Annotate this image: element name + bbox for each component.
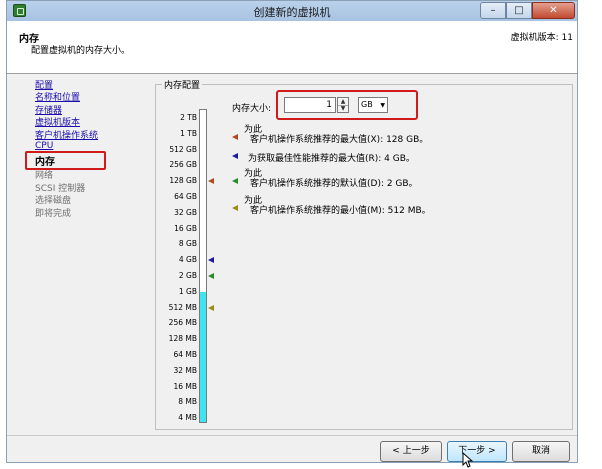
scale-tick-label: 128 MB — [168, 334, 197, 344]
footer-divider — [7, 435, 577, 436]
scale-tick-label: 16 MB — [173, 381, 197, 391]
cancel-button[interactable]: 取消 — [512, 441, 570, 462]
scale-tick-label: 512 GB — [169, 144, 197, 154]
scale-tick-label: 256 MB — [168, 318, 197, 328]
scale-tick-label: 4 MB — [178, 413, 197, 423]
nav-item-name-location[interactable]: 名称和位置 — [35, 90, 80, 103]
max-os-marker-icon — [232, 134, 238, 140]
scale-tick-label: 8 GB — [178, 239, 197, 249]
min-marker-icon — [232, 205, 238, 211]
page-header: 内存 配置虚拟机的内存大小。 虚拟机版本: 11 — [7, 21, 577, 74]
scale-tick-label: 256 GB — [169, 160, 197, 170]
minimize-button[interactable]: – — [480, 2, 506, 19]
default-marker-icon — [232, 178, 238, 184]
scale-tick-label: 4 GB — [178, 255, 197, 265]
nav-item-cpu[interactable]: CPU — [35, 141, 53, 151]
maximize-button[interactable]: □ — [506, 2, 532, 19]
memory-size-label: 内存大小: — [232, 104, 272, 114]
vm-version-label: 虚拟机版本: 11 — [510, 33, 573, 43]
scale-marker-icon — [208, 273, 214, 279]
legend-max-os: 客户机操作系统推荐的最大值(X): 128 GB。 — [250, 135, 429, 145]
legend-max-performance: 为获取最佳性能推荐的最大值(R): 4 GB。 — [248, 154, 415, 164]
scale-tick-label: 64 MB — [173, 350, 197, 359]
nav-item-ready: 即将完成 — [35, 209, 72, 219]
page-description: 配置虚拟机的内存大小。 — [31, 46, 131, 56]
legend-default: 客户机操作系统推荐的默认值(D): 2 GB。 — [250, 179, 418, 189]
next-button[interactable]: 下一步 > — [447, 441, 507, 462]
scale-tick-label: 2 GB — [178, 271, 197, 280]
scale-marker-icon — [208, 304, 214, 311]
scale-tick-label: 16 GB — [174, 223, 197, 233]
scale-tick-label: 32 MB — [173, 365, 197, 375]
nav-item-guest-os[interactable]: 客户机操作系统 — [35, 128, 98, 141]
max-performance-marker-icon — [232, 153, 238, 159]
scale-tick-label: 32 GB — [174, 207, 197, 217]
memory-slider-fill — [200, 292, 206, 422]
memory-input-highlight — [276, 90, 418, 120]
title-bar: 创建新的虚拟机 – □ ✕ — [7, 1, 577, 21]
window-controls: – □ ✕ — [480, 2, 575, 19]
scale-tick-label: 512 MB — [168, 302, 197, 312]
scale-tick-label: 2 TB — [180, 113, 197, 122]
scale-marker-icon — [208, 178, 214, 185]
nav-item-vm-version[interactable]: 虚拟机版本 — [35, 115, 80, 128]
scale-marker-icon — [208, 257, 214, 264]
memory-step-highlight — [25, 151, 106, 170]
mouse-cursor-icon — [462, 452, 474, 468]
scale-tick-label: 1 GB — [178, 286, 197, 296]
back-button[interactable]: < 上一步 — [380, 441, 442, 462]
scale-tick-label: 64 GB — [174, 192, 197, 201]
close-button[interactable]: ✕ — [532, 2, 575, 19]
scale-tick-label: 1 TB — [180, 128, 197, 138]
scale-tick-label: 128 GB — [169, 176, 197, 186]
nav-item-disk: 选择磁盘 — [35, 196, 72, 206]
scale-tick-label: 8 MB — [178, 397, 197, 407]
legend-min: 客户机操作系统推荐的最小值(M): 512 MB。 — [250, 206, 431, 216]
memory-config-label: 内存配置 — [162, 78, 203, 91]
